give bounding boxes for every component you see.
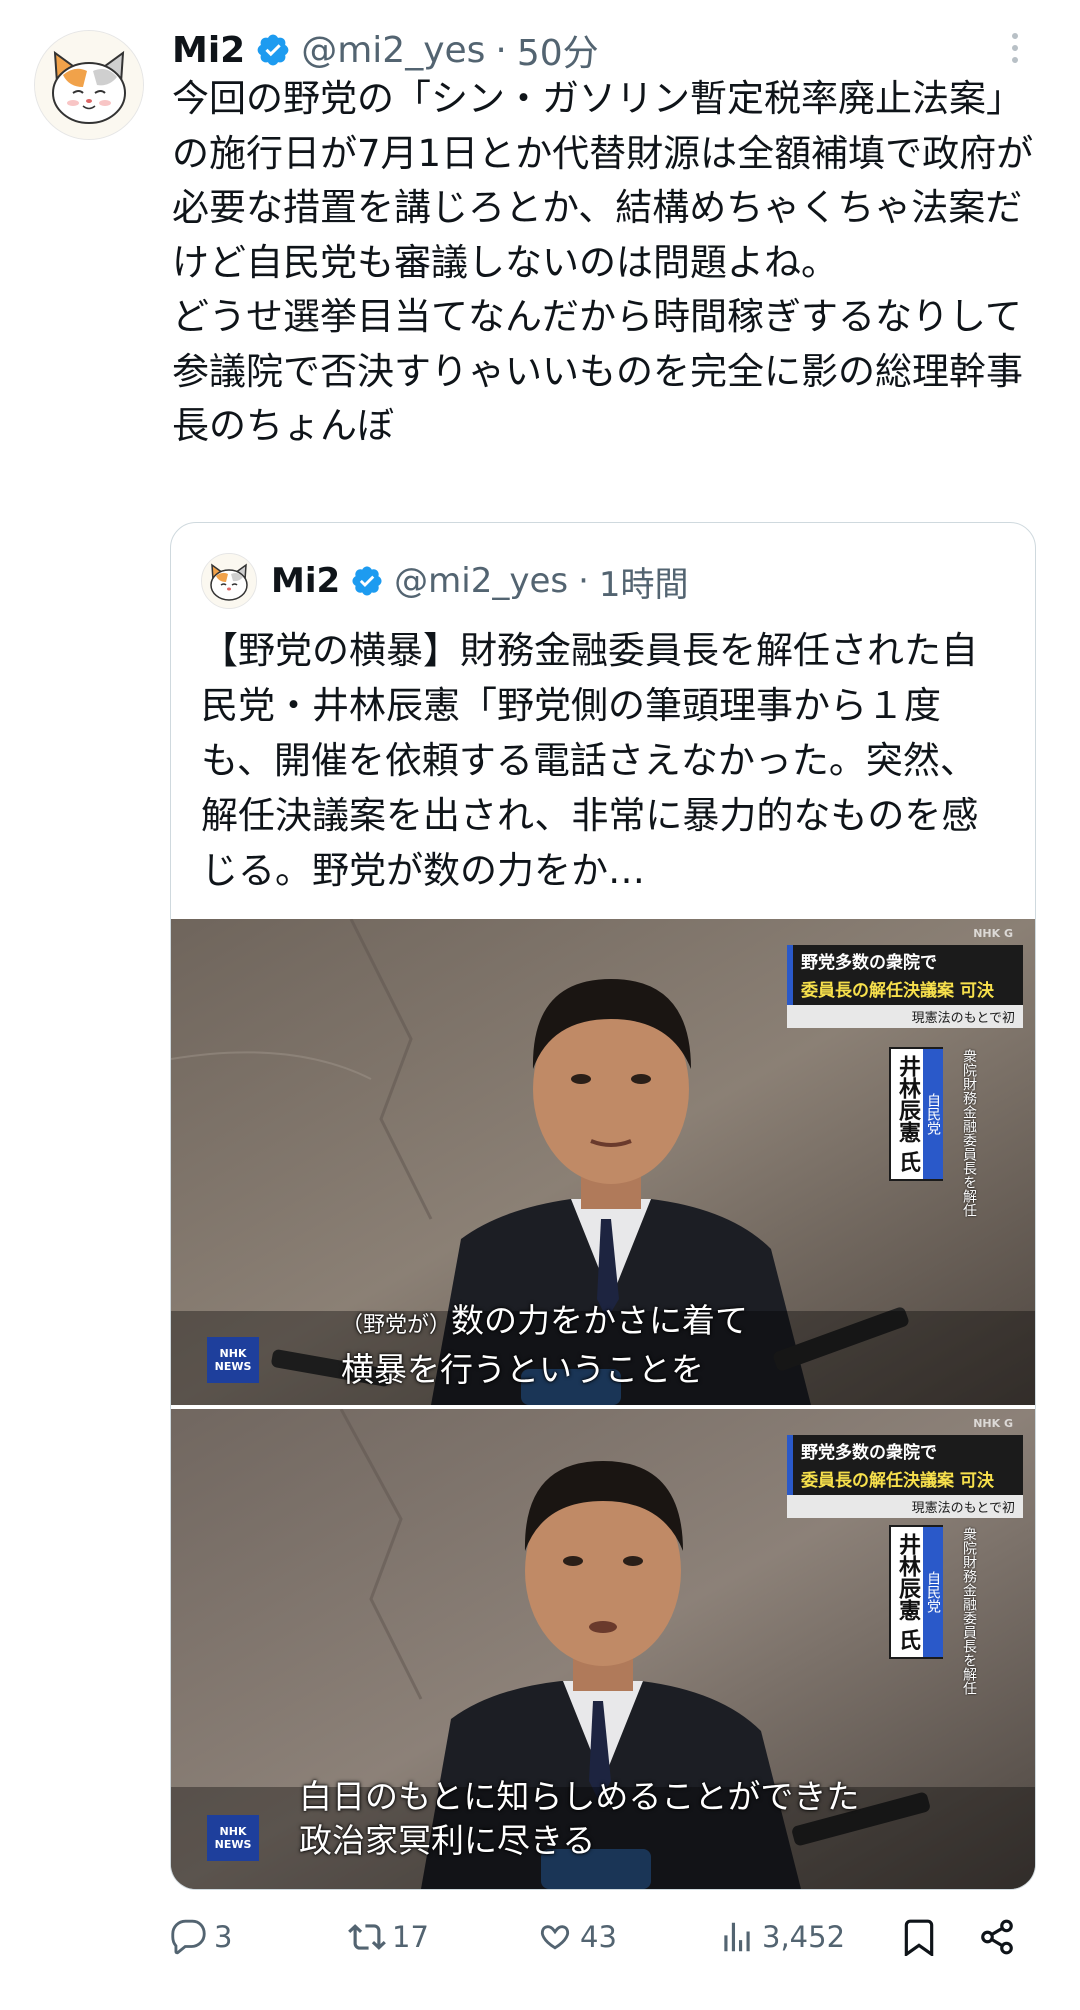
name-plate: 井林辰憲 氏 自民党 bbox=[891, 1527, 943, 1657]
nhk-logo-line-2: NEWS bbox=[214, 1838, 252, 1851]
separator-dot: · bbox=[578, 561, 589, 601]
share-button[interactable] bbox=[978, 1912, 1022, 1962]
quoted-tweet-text: 【野党の横暴】財務金融委員長を解任された自民党・井林辰憲「野党側の筆頭理事から１… bbox=[201, 629, 979, 892]
role-label: 衆院財務金融委員長を解任 bbox=[961, 1527, 977, 1695]
quoted-author-handle: @mi2_yes bbox=[394, 561, 569, 601]
nhk-logo-line-2: NEWS bbox=[214, 1360, 252, 1373]
tweet-header: Mi2 @mi2_yes · 50分 bbox=[172, 22, 599, 78]
subtitle-caption: （野党が）数の力をかさに着て 横暴を行うということを bbox=[341, 1299, 748, 1392]
nhk-corner-logo: NHK G bbox=[973, 1417, 1013, 1430]
reply-count: 3 bbox=[214, 1920, 233, 1954]
bookmark-icon bbox=[904, 1919, 934, 1956]
party-label: 自民党 bbox=[923, 1049, 943, 1179]
quoted-author-name: Mi2 bbox=[271, 561, 341, 601]
verified-badge-icon bbox=[352, 566, 382, 596]
quoted-author-avatar bbox=[201, 553, 257, 609]
party-label: 自民党 bbox=[923, 1527, 943, 1657]
retweet-count: 17 bbox=[392, 1920, 429, 1954]
caption-line-1: 白日のもとに知らしめることができた bbox=[299, 1777, 860, 1816]
banner-line-3: 現憲法のもとで初 bbox=[787, 1495, 1023, 1518]
nhk-logo-line-1: NHK bbox=[219, 1825, 247, 1838]
banner-line-3: 現憲法のもとで初 bbox=[787, 1005, 1023, 1028]
cat-avatar-icon bbox=[35, 31, 143, 139]
name-plate: 井林辰憲 氏 自民党 bbox=[891, 1049, 943, 1179]
role-label: 衆院財務金融委員長を解任 bbox=[961, 1049, 977, 1217]
quoted-tweet[interactable]: Mi2 @mi2_yes · 1時間 【野党の横暴】財務金融委員長を解任された自… bbox=[170, 522, 1036, 1890]
tweet-time[interactable]: 50分 bbox=[517, 24, 599, 76]
author-name[interactable]: Mi2 bbox=[172, 30, 245, 71]
quoted-tweet-time: 1時間 bbox=[598, 564, 689, 605]
banner-line-2: 委員長の解任決議案 可決 bbox=[787, 976, 1023, 1005]
media-image-1[interactable]: NHK G 野党多数の衆院で 委員長の解任決議案 可決 現憲法のもとで初 井林辰… bbox=[171, 919, 1035, 1405]
retweet-icon bbox=[348, 1924, 386, 1950]
nhk-news-logo: NHK NEWS bbox=[207, 1815, 259, 1861]
author-handle[interactable]: @mi2_yes bbox=[301, 30, 485, 71]
banner-line-1: 野党多数の衆院で bbox=[787, 945, 1023, 976]
banner-line-2: 委員長の解任決議案 可決 bbox=[787, 1466, 1023, 1495]
nhk-news-logo: NHK NEWS bbox=[207, 1337, 259, 1383]
reply-icon bbox=[171, 1919, 206, 1955]
tweet-actions: 3 17 43 3,452 bbox=[170, 1912, 1040, 1962]
news-banner: 野党多数の衆院で 委員長の解任決議案 可決 現憲法のもとで初 bbox=[787, 945, 1023, 1028]
caption-prefix: （野党が） bbox=[341, 1313, 452, 1338]
caption-line-1: 数の力をかさに着て bbox=[451, 1301, 749, 1340]
more-vertical-icon[interactable] bbox=[1000, 28, 1030, 68]
bookmark-button[interactable] bbox=[900, 1912, 944, 1962]
media-image-2[interactable]: NHK G 野党多数の衆院で 委員長の解任決議案 可決 現憲法のもとで初 井林辰… bbox=[171, 1409, 1035, 1889]
views-count: 3,452 bbox=[762, 1920, 846, 1954]
retweet-button[interactable]: 17 bbox=[348, 1912, 429, 1962]
views-button[interactable]: 3,452 bbox=[718, 1912, 845, 1962]
caption-line-2: 政治家冥利に尽きる bbox=[299, 1821, 596, 1860]
cat-avatar-icon bbox=[202, 554, 256, 608]
banner-line-1: 野党多数の衆院で bbox=[787, 1435, 1023, 1466]
tweet-text: 今回の野党の「シン・ガソリン暫定税率廃止法案」の施行日が7月1日とか代替財源は全… bbox=[172, 77, 1034, 447]
views-icon bbox=[724, 1922, 750, 1952]
tweet[interactable]: Mi2 @mi2_yes · 50分 今回の野党の「シン・ガソリン暫定税率廃止法… bbox=[0, 0, 1080, 2010]
heart-icon bbox=[540, 1925, 570, 1950]
quoted-tweet-header: Mi2 @mi2_yes · 1時間 bbox=[201, 553, 689, 609]
author-avatar[interactable] bbox=[34, 30, 144, 140]
nhk-logo-line-1: NHK bbox=[219, 1347, 247, 1360]
subtitle-caption: 白日のもとに知らしめることができた 政治家冥利に尽きる bbox=[299, 1775, 859, 1863]
verified-badge-icon bbox=[257, 34, 289, 66]
caption-line-2: 横暴を行うということを bbox=[341, 1350, 704, 1389]
separator-dot: · bbox=[495, 29, 507, 71]
nhk-corner-logo: NHK G bbox=[973, 927, 1013, 940]
person-name: 井林辰憲 氏 bbox=[895, 1055, 920, 1173]
share-icon bbox=[981, 1919, 1013, 1955]
like-count: 43 bbox=[580, 1920, 617, 1954]
news-banner: 野党多数の衆院で 委員長の解任決議案 可決 現憲法のもとで初 bbox=[787, 1435, 1023, 1518]
like-button[interactable]: 43 bbox=[536, 1912, 617, 1962]
person-name: 井林辰憲 氏 bbox=[895, 1533, 920, 1651]
reply-button[interactable]: 3 bbox=[170, 1912, 232, 1962]
